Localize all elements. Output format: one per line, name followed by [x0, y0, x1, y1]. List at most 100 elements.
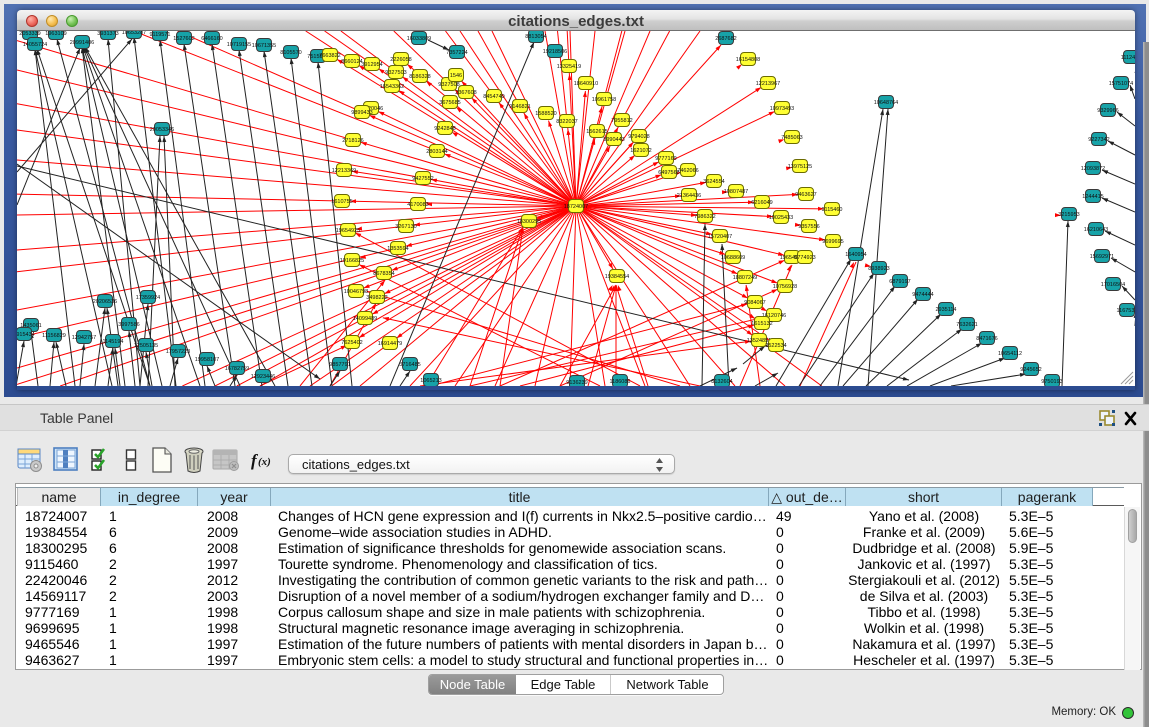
svg-text:8186328: 8186328	[409, 74, 430, 80]
svg-text:16782759: 16782759	[225, 366, 249, 372]
svg-text:1527602: 1527602	[173, 36, 194, 42]
svg-text:16210643: 16210643	[1084, 227, 1108, 233]
svg-text:8660124: 8660124	[341, 59, 362, 65]
svg-text:3498222: 3498222	[366, 295, 387, 301]
svg-text:1167533: 1167533	[1116, 308, 1135, 314]
svg-text:9136239: 9136239	[566, 380, 587, 386]
svg-text:1615132: 1615132	[751, 321, 772, 327]
svg-text:9699695: 9699695	[822, 239, 843, 245]
svg-text:9327508: 9327508	[438, 82, 459, 88]
svg-text:8471676: 8471676	[976, 336, 997, 342]
svg-text:16154808: 16154808	[736, 57, 760, 63]
svg-text:15720407: 15720407	[708, 234, 732, 240]
svg-text:10046798: 10046798	[344, 289, 368, 295]
svg-text:16033809: 16033809	[407, 36, 431, 42]
svg-text:9427552: 9427552	[412, 176, 433, 182]
svg-text:7986322: 7986322	[694, 214, 715, 220]
svg-text:9357556: 9357556	[798, 224, 819, 230]
svg-text:10719155: 10719155	[227, 42, 251, 48]
svg-text:6216049: 6216049	[751, 200, 772, 206]
svg-text:14055724: 14055724	[23, 42, 47, 48]
svg-text:9463627: 9463627	[795, 192, 816, 198]
svg-text:1065213: 1065213	[420, 378, 441, 384]
svg-text:12093872: 12093872	[1081, 166, 1105, 172]
svg-text:18724007: 18724007	[564, 204, 588, 210]
svg-text:10961758: 10961758	[592, 97, 616, 103]
svg-text:9774923: 9774923	[794, 255, 815, 261]
svg-text:8990443: 8990443	[603, 137, 624, 143]
svg-text:3915434: 3915434	[17, 332, 35, 338]
svg-text:1610755: 1610755	[331, 199, 352, 205]
svg-text:12213369: 12213369	[332, 168, 356, 174]
svg-text:2687682: 2687682	[715, 36, 736, 42]
svg-text:18807249: 18807249	[733, 275, 757, 281]
svg-text:9227342: 9227342	[1088, 137, 1109, 143]
svg-text:(x): (x)	[258, 456, 271, 468]
svg-text:20206536: 20206536	[93, 299, 117, 305]
svg-text:10973493: 10973493	[770, 106, 794, 112]
svg-text:9474444: 9474444	[912, 292, 933, 298]
svg-text:7632621: 7632621	[956, 322, 977, 328]
svg-text:3931373: 3931373	[97, 31, 118, 37]
svg-text:19166825: 19166825	[340, 258, 364, 264]
svg-text:1546: 1546	[450, 73, 462, 79]
svg-text:1588520: 1588520	[535, 111, 556, 117]
svg-text:7462066: 7462066	[677, 168, 698, 174]
svg-text:7955812: 7955812	[611, 118, 632, 124]
svg-text:12923446: 12923446	[251, 374, 275, 380]
svg-text:9115460: 9115460	[821, 207, 842, 213]
svg-text:1145194: 1145194	[102, 339, 123, 345]
svg-text:9119571: 9119571	[149, 32, 170, 38]
svg-text:2522534: 2522534	[765, 343, 786, 349]
svg-text:11156829: 11156829	[42, 333, 66, 339]
svg-text:9794028: 9794028	[628, 134, 649, 140]
svg-text:15751074: 15751074	[1109, 81, 1133, 87]
svg-text:8132604: 8132604	[711, 379, 732, 385]
svg-text:8454749: 8454749	[483, 94, 504, 100]
svg-text:2053339: 2053339	[19, 31, 40, 37]
svg-text:9327503: 9327503	[385, 70, 406, 76]
svg-text:19654925: 19654925	[336, 228, 360, 234]
svg-text:2803144: 2803144	[426, 149, 447, 155]
svg-text:1353594: 1353594	[387, 246, 408, 252]
svg-text:4170083: 4170083	[407, 202, 428, 208]
svg-text:1640954: 1640954	[845, 252, 866, 258]
svg-text:2367608: 2367608	[455, 90, 476, 96]
svg-text:16543362: 16543362	[380, 84, 404, 90]
svg-text:7663822: 7663822	[319, 53, 340, 59]
svg-text:20991406: 20991406	[70, 40, 94, 46]
svg-text:2226058: 2226058	[390, 57, 411, 63]
svg-text:12213967: 12213967	[756, 81, 780, 87]
svg-text:10653287: 10653287	[122, 31, 146, 36]
svg-text:17957223: 17957223	[166, 349, 190, 355]
svg-text:10756928: 10756928	[773, 284, 797, 290]
svg-text:9777169: 9777169	[655, 156, 676, 162]
svg-text:9146821: 9146821	[509, 104, 530, 110]
svg-text:2718126: 2718126	[342, 138, 363, 144]
svg-text:8105570: 8105570	[280, 50, 301, 56]
svg-text:6879197: 6879197	[889, 279, 910, 285]
svg-text:3624554: 3624554	[703, 179, 724, 185]
svg-text:13325419: 13325419	[557, 64, 581, 70]
svg-text:10025433: 10025433	[769, 215, 793, 221]
svg-text:9245652: 9245652	[1020, 367, 1041, 373]
svg-text:16914479: 16914479	[378, 341, 402, 347]
svg-text:7357224: 7357224	[446, 50, 467, 56]
svg-text:21364436: 21364436	[677, 193, 701, 199]
svg-text:18640910: 18640910	[574, 81, 598, 87]
svg-text:1963109: 1963109	[45, 31, 66, 37]
svg-text:3215953: 3215953	[1058, 212, 1079, 218]
svg-text:9329966: 9329966	[1097, 108, 1118, 114]
svg-text:3997586: 3997586	[118, 322, 139, 328]
svg-text:17359924: 17359924	[136, 295, 160, 301]
svg-text:1186086: 1186086	[609, 379, 630, 385]
svg-text:10654112: 10654112	[998, 351, 1022, 357]
svg-text:8938923: 8938923	[868, 266, 889, 272]
svg-text:7485063: 7485063	[781, 135, 802, 141]
svg-text:8678354: 8678354	[373, 271, 394, 277]
svg-text:14099489: 14099489	[353, 316, 377, 322]
svg-text:7625402: 7625402	[341, 340, 362, 346]
svg-text:10688609: 10688609	[721, 255, 745, 261]
svg-text:6466160: 6466160	[201, 36, 222, 42]
svg-text:10648764: 10648764	[874, 100, 898, 106]
